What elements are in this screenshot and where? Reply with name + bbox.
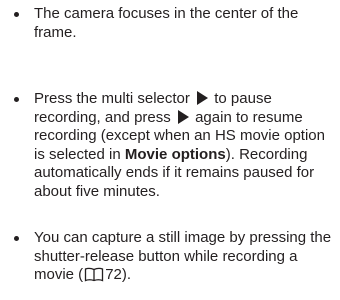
triangle-right-icon [177, 109, 189, 124]
bullet-icon [14, 236, 19, 241]
menu-name-movie-options: Movie options [124, 145, 226, 163]
bullet-item-camera-focus: The camera focuses in the center of the … [14, 5, 336, 42]
bullet-item-still-image: You can capture a still image by pressin… [14, 229, 336, 285]
text-segment: ). [121, 266, 132, 283]
bullet-text: Press the multi selector to pause record… [34, 90, 336, 201]
page-reference: 72 [105, 266, 122, 283]
text-segment: You can capture a still image by pressin… [34, 229, 332, 283]
triangle-right-icon [197, 91, 209, 105]
text-segment: Press the multi selector [34, 90, 190, 107]
bullet-icon [14, 12, 19, 17]
bullet-text: The camera focuses in the center of the … [34, 5, 299, 41]
bullet-item-pause-recording: Press the multi selector to pause record… [14, 90, 336, 201]
book-icon [85, 267, 104, 282]
bullet-icon [14, 97, 19, 102]
bullet-text: You can capture a still image by pressin… [34, 229, 336, 285]
